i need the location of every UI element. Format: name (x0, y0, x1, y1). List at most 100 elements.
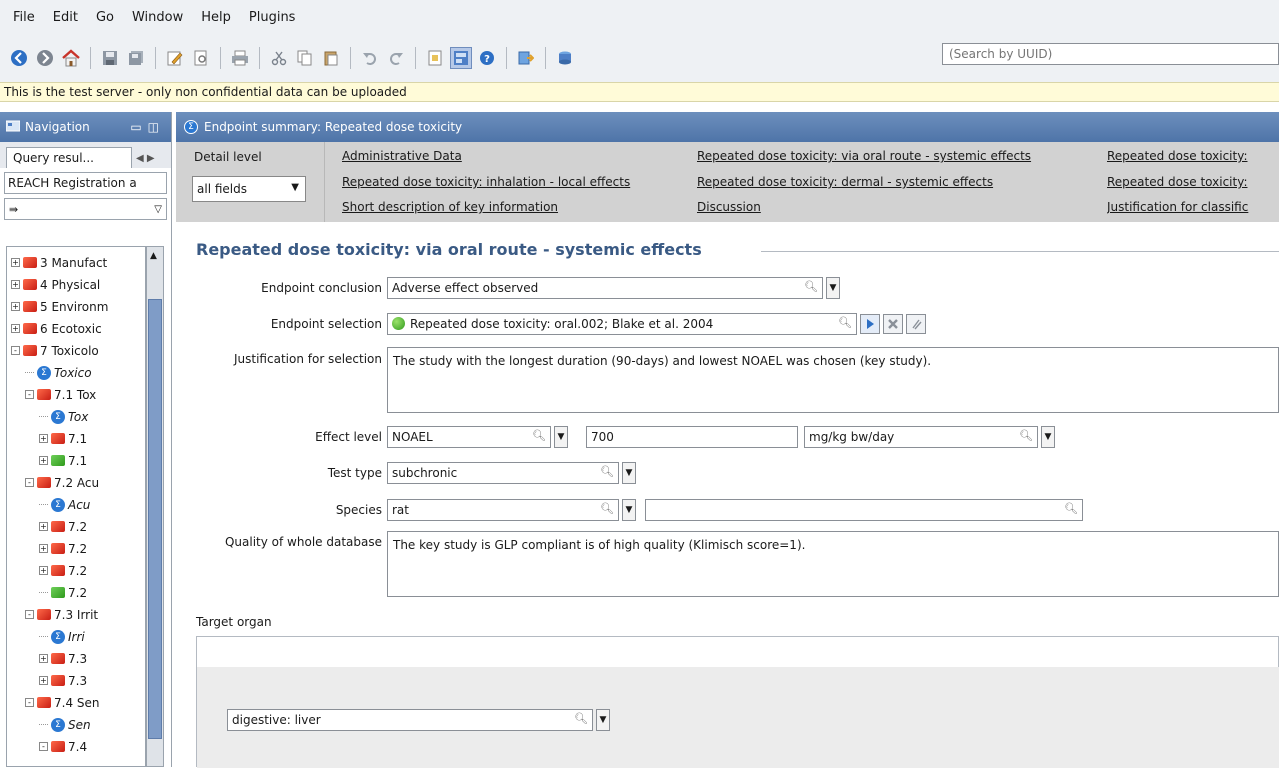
tree-item[interactable]: +4 Physical (11, 275, 100, 294)
expand-icon[interactable]: + (39, 456, 48, 465)
back-icon[interactable] (8, 47, 30, 69)
collapse-icon[interactable]: - (25, 698, 34, 707)
edit-icon[interactable] (164, 47, 186, 69)
species-dropdown-arrow[interactable]: ▼ (622, 499, 636, 521)
expand-icon[interactable]: + (11, 324, 20, 333)
tree-item[interactable]: +7.2 (39, 517, 87, 536)
scroll-up-icon[interactable]: ▲ (150, 251, 157, 261)
tree-item[interactable]: +7.3 (39, 671, 87, 690)
tree-item[interactable]: +7.1 (39, 451, 87, 470)
uuid-search-input[interactable] (942, 43, 1279, 65)
tree-item[interactable]: +6 Ecotoxic (11, 319, 102, 338)
maximize-icon[interactable]: ◫ (148, 120, 165, 134)
export-icon[interactable] (515, 47, 537, 69)
tree-scrollbar[interactable]: ▲ (146, 246, 164, 767)
link-short-description[interactable]: Short description of key information (342, 200, 558, 214)
link-repeated-dose-2[interactable]: Repeated dose toxicity: (1107, 175, 1279, 189)
link-discussion[interactable]: Discussion (697, 200, 761, 214)
undo-icon[interactable] (359, 47, 381, 69)
endpoint-selection-field[interactable]: Repeated dose toxicity: oral.002; Blake … (387, 313, 857, 335)
document-view-icon[interactable] (424, 47, 446, 69)
quality-textarea[interactable]: The key study is GLP compliant is of hig… (387, 531, 1279, 597)
collapse-icon[interactable]: - (39, 742, 48, 751)
link-justification-classification[interactable]: Justification for classific (1107, 200, 1279, 214)
filter-combo[interactable]: ⇛ ▽ (4, 198, 167, 220)
tree-item[interactable]: - 7.2 Acu (25, 473, 99, 492)
tree-item[interactable]: +3 Manufact (11, 253, 107, 272)
test-type-dropdown-arrow[interactable]: ▼ (622, 462, 636, 484)
menu-plugins[interactable]: Plugins (240, 10, 305, 25)
expand-icon[interactable]: + (39, 654, 48, 663)
tab-query-results[interactable]: Query resul... (6, 147, 132, 168)
attach-icon[interactable] (906, 314, 926, 334)
collapse-icon[interactable]: - (25, 610, 34, 619)
tree-item[interactable]: - 7 Toxicolo (11, 341, 99, 360)
menu-window[interactable]: Window (123, 10, 192, 25)
tab-scroll-arrows[interactable]: ◀ ▶ (136, 153, 155, 164)
panel-controls[interactable]: ▭◫ (130, 120, 165, 134)
expand-icon[interactable]: + (11, 302, 20, 311)
cut-icon[interactable] (268, 47, 290, 69)
collapse-icon[interactable]: - (25, 390, 34, 399)
search-icon[interactable]: 🔍︎ (804, 280, 818, 293)
tree-item[interactable]: +5 Environm (11, 297, 108, 316)
link-oral-systemic[interactable]: Repeated dose toxicity: via oral route -… (697, 149, 1031, 163)
tree-item[interactable]: - 7.1 Tox (25, 385, 96, 404)
effect-unit-dropdown-arrow[interactable]: ▼ (1041, 426, 1055, 448)
summary-view-icon[interactable] (450, 47, 472, 69)
menu-edit[interactable]: Edit (44, 10, 87, 25)
expand-icon[interactable]: + (11, 258, 20, 267)
print-icon[interactable] (229, 47, 251, 69)
tree-item[interactable]: Σ Acu (39, 495, 90, 514)
database-icon[interactable] (554, 47, 576, 69)
minimize-icon[interactable]: ▭ (130, 120, 147, 134)
justification-textarea[interactable]: The study with the longest duration (90-… (387, 347, 1279, 413)
link-administrative-data[interactable]: Administrative Data (342, 149, 462, 163)
effect-level-unit-field[interactable]: mg/kg bw/day 🔍︎ (804, 426, 1038, 448)
effect-level-value-field[interactable]: 700 (586, 426, 798, 448)
redo-icon[interactable] (385, 47, 407, 69)
target-organ-dropdown-arrow[interactable]: ▼ (596, 709, 610, 731)
menu-file[interactable]: File (4, 10, 44, 25)
expand-icon[interactable]: + (11, 280, 20, 289)
expand-icon[interactable]: + (39, 434, 48, 443)
preview-icon[interactable] (190, 47, 212, 69)
species-field[interactable]: rat 🔍︎ (387, 499, 619, 521)
tree-item[interactable]: +7.2 (39, 561, 87, 580)
tree-item[interactable]: Σ Tox (39, 407, 88, 426)
search-icon[interactable]: 🔍︎ (1019, 429, 1033, 442)
remove-link-icon[interactable] (883, 314, 903, 334)
paste-icon[interactable] (320, 47, 342, 69)
search-icon[interactable]: 🔍︎ (532, 429, 546, 442)
expand-icon[interactable]: + (39, 676, 48, 685)
effect-type-dropdown-arrow[interactable]: ▼ (554, 426, 568, 448)
link-dermal-systemic[interactable]: Repeated dose toxicity: dermal - systemi… (697, 175, 993, 189)
go-to-record-icon[interactable] (860, 314, 880, 334)
endpoint-conclusion-field[interactable]: Adverse effect observed 🔍︎ (387, 277, 823, 299)
registration-field[interactable]: REACH Registration a (4, 172, 167, 194)
forward-icon[interactable] (34, 47, 56, 69)
species-extra-field[interactable]: 🔍︎ (645, 499, 1083, 521)
tree-item[interactable]: 7.2 (39, 583, 87, 602)
menu-help[interactable]: Help (192, 10, 240, 25)
collapse-icon[interactable]: - (25, 478, 34, 487)
expand-icon[interactable]: + (39, 566, 48, 575)
tree-item[interactable]: Σ Toxico (25, 363, 92, 382)
help-icon[interactable]: ? (476, 47, 498, 69)
scrollbar-thumb[interactable] (148, 299, 162, 739)
collapse-icon[interactable]: - (11, 346, 20, 355)
tree-item[interactable]: Σ Irri (39, 627, 85, 646)
search-icon[interactable]: 🔍︎ (600, 465, 614, 478)
chevron-down-icon[interactable]: ▽ (154, 204, 162, 215)
test-type-field[interactable]: subchronic 🔍︎ (387, 462, 619, 484)
link-inhalation-local[interactable]: Repeated dose toxicity: inhalation - loc… (342, 175, 630, 189)
home-icon[interactable] (60, 47, 82, 69)
save-icon[interactable] (99, 47, 121, 69)
save-all-icon[interactable] (125, 47, 147, 69)
copy-icon[interactable] (294, 47, 316, 69)
tree-item[interactable]: +7.2 (39, 539, 87, 558)
expand-icon[interactable]: + (39, 522, 48, 531)
search-icon[interactable]: 🔍︎ (838, 316, 852, 329)
menu-go[interactable]: Go (87, 10, 123, 25)
expand-icon[interactable]: + (39, 544, 48, 553)
